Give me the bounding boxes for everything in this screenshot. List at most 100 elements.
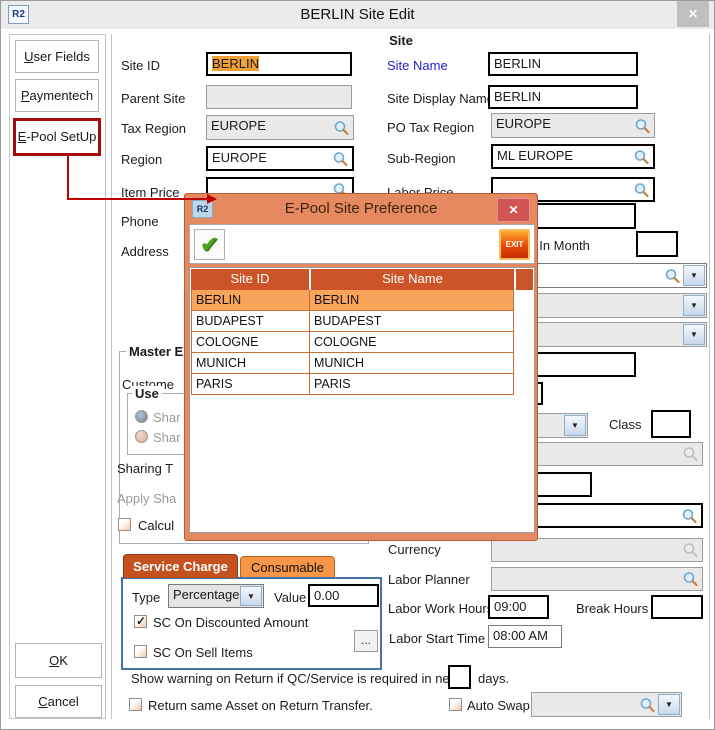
table-row[interactable]: COLOGNECOLOGNE xyxy=(192,332,513,353)
site-id-input[interactable]: BERLIN xyxy=(206,52,352,76)
ok-button[interactable]: OK xyxy=(15,643,102,678)
tab-consumable[interactable]: Consumable xyxy=(240,556,335,578)
currency-label: Currency xyxy=(388,542,441,557)
break-hours-label: Break Hours xyxy=(576,601,648,616)
region-value: EUROPE xyxy=(212,150,267,165)
po-tax-region-label: PO Tax Region xyxy=(387,120,474,135)
qc-warning-suffix: days. xyxy=(478,671,509,686)
auto-swap-checkbox[interactable] xyxy=(449,698,462,711)
table-header-row: Site ID Site Name xyxy=(191,269,533,290)
value-input[interactable]: 0.00 xyxy=(308,584,379,607)
type-dropdown[interactable]: Percentage ▼ xyxy=(168,584,264,608)
site-display-name-label: Site Display Name xyxy=(387,91,494,106)
sub-region-label: Sub-Region xyxy=(387,151,456,166)
dialog-close-button[interactable]: ✕ xyxy=(497,198,530,222)
share-radio-2 xyxy=(135,430,148,443)
sub-region-value: ML EUROPE xyxy=(497,148,573,163)
site-id-cell: COLOGNE xyxy=(192,332,310,352)
table-row[interactable]: BUDAPESTBUDAPEST xyxy=(192,311,513,332)
chevron-down-icon[interactable]: ▼ xyxy=(683,295,705,316)
return-same-asset-label: Return same Asset on Return Transfer. xyxy=(148,698,373,713)
qc-warning-days-input[interactable] xyxy=(448,665,471,689)
class-label: Class xyxy=(609,417,642,432)
epool-site-preference-dialog: E-Pool Site Preference R2 ✕ ✔ EXIT Site … xyxy=(184,193,538,541)
epool-setup-button[interactable]: E-Pool SetUp xyxy=(13,118,101,156)
paymentech-button[interactable]: Paymentech xyxy=(15,79,99,112)
search-icon[interactable] xyxy=(633,148,650,165)
site-name-input[interactable]: BERLIN xyxy=(488,52,638,76)
chevron-down-icon[interactable]: ▼ xyxy=(683,265,705,286)
epool-connector-line xyxy=(67,198,207,200)
region-lookup[interactable]: EUROPE xyxy=(206,146,354,171)
tax-region-value: EUROPE xyxy=(211,118,266,133)
type-value: Percentage xyxy=(173,587,240,602)
site-edit-window: R2 BERLIN Site Edit ✕ User Fields Paymen… xyxy=(0,0,715,730)
phone-label: Phone xyxy=(121,214,159,229)
site-id-column-header[interactable]: Site ID xyxy=(191,269,309,290)
labor-start-time-label: Labor Start Time xyxy=(389,631,485,646)
labor-work-hours-input[interactable]: 09:00 xyxy=(488,595,549,619)
search-icon[interactable] xyxy=(634,117,651,134)
sub-region-lookup[interactable]: ML EUROPE xyxy=(491,144,655,169)
cancel-button[interactable]: Cancel xyxy=(15,685,102,718)
site-name-cell: PARIS xyxy=(310,374,513,394)
search-icon xyxy=(682,542,699,559)
site-name-cell: BUDAPEST xyxy=(310,311,513,331)
auto-swap-lookup[interactable]: ▼ xyxy=(531,692,682,717)
dialog-titlebar[interactable]: E-Pool Site Preference xyxy=(185,194,537,224)
chevron-down-icon[interactable]: ▼ xyxy=(658,694,680,715)
table-row[interactable]: MUNICHMUNICH xyxy=(192,353,513,374)
days-in-month-input[interactable] xyxy=(636,231,678,257)
table-row[interactable]: PARISPARIS xyxy=(192,374,513,395)
tab-service-charge[interactable]: Service Charge xyxy=(123,554,238,578)
chevron-down-icon[interactable]: ▼ xyxy=(564,415,586,436)
break-hours-input[interactable] xyxy=(651,595,703,619)
labor-start-time-input[interactable]: 08:00 AM xyxy=(488,625,562,648)
site-section-title: Site xyxy=(121,33,681,48)
search-icon[interactable] xyxy=(664,267,681,284)
address-label: Address xyxy=(121,244,169,259)
site-display-name-input[interactable]: BERLIN xyxy=(488,85,638,109)
po-tax-region-lookup[interactable]: EUROPE xyxy=(491,113,655,138)
return-same-asset-checkbox[interactable] xyxy=(129,698,142,711)
site-id-label: Site ID xyxy=(121,58,160,73)
accept-check-button[interactable]: ✔ xyxy=(194,229,225,260)
search-icon[interactable] xyxy=(333,119,350,136)
chevron-down-icon[interactable]: ▼ xyxy=(683,324,705,345)
auto-swap-label: Auto Swap xyxy=(467,698,530,713)
labor-planner-lookup[interactable] xyxy=(491,567,703,591)
sc-sell-items-label: SC On Sell Items xyxy=(153,645,253,660)
site-name-column-header[interactable]: Site Name xyxy=(311,269,514,290)
more-options-button[interactable]: ... xyxy=(354,630,378,652)
search-icon[interactable] xyxy=(681,507,698,524)
share-radio-2-label: Shar xyxy=(153,430,184,445)
sc-sell-items-checkbox[interactable] xyxy=(134,645,147,658)
search-icon[interactable] xyxy=(682,571,699,588)
user-fields-button[interactable]: User Fields xyxy=(15,40,99,73)
value-label: Value xyxy=(274,590,306,605)
calculate-label: Calcul xyxy=(138,518,184,533)
exit-button[interactable]: EXIT xyxy=(499,229,530,260)
share-radio-1-label: Shar xyxy=(153,410,184,425)
window-titlebar[interactable]: R2 BERLIN Site Edit ✕ xyxy=(1,1,714,29)
search-icon[interactable] xyxy=(639,696,656,713)
class-input[interactable] xyxy=(651,410,691,438)
labor-work-hours-label: Labor Work Hours xyxy=(388,601,493,616)
calculate-checkbox[interactable] xyxy=(118,518,131,531)
site-preference-table: Site ID Site Name BERLINBERLINBUDAPESTBU… xyxy=(189,267,535,533)
tax-region-lookup[interactable]: EUROPE xyxy=(206,115,354,140)
search-icon[interactable] xyxy=(332,150,349,167)
table-row[interactable]: BERLINBERLIN xyxy=(192,290,513,311)
site-name-cell: COLOGNE xyxy=(310,332,513,352)
chevron-down-icon[interactable]: ▼ xyxy=(240,586,262,606)
search-icon[interactable] xyxy=(633,181,650,198)
parent-site-input xyxy=(206,85,352,109)
type-label: Type xyxy=(132,590,160,605)
window-title: BERLIN Site Edit xyxy=(1,1,714,29)
window-close-button[interactable]: ✕ xyxy=(677,1,709,27)
form-right-divider xyxy=(709,34,710,719)
po-tax-region-value: EUROPE xyxy=(496,116,551,131)
sc-discounted-checkbox[interactable] xyxy=(134,615,147,628)
labor-planner-label: Labor Planner xyxy=(388,572,470,587)
use-group-title: Use xyxy=(132,386,162,401)
